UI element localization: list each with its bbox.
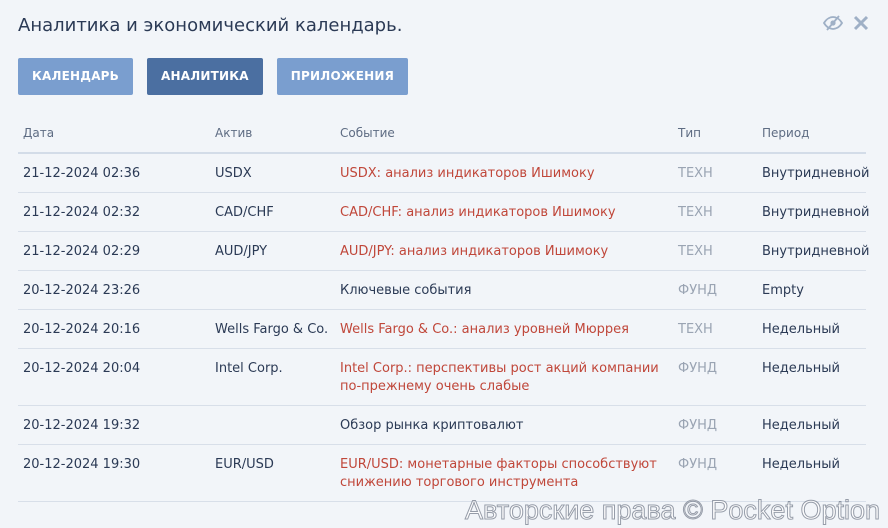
cell-asset: EUR/USD	[215, 457, 274, 472]
tab-analytics[interactable]: АНАЛИТИКА	[147, 58, 263, 95]
cell-period: Недельный	[762, 418, 840, 433]
cell-asset: Wells Fargo & Co.	[215, 322, 329, 337]
close-icon[interactable]	[852, 14, 870, 32]
cell-date: 21-12-2024 02:36	[23, 166, 141, 181]
cell-date: 20-12-2024 19:32	[23, 418, 141, 433]
cell-type: ТЕХН	[678, 322, 713, 337]
cell-period: Внутридневной	[762, 205, 870, 220]
column-header-type[interactable]: Тип	[673, 126, 757, 140]
cell-type: ТЕХН	[678, 166, 713, 181]
cell-date: 20-12-2024 20:04	[23, 361, 141, 376]
cell-event-link[interactable]: USDX: анализ индикаторов Ишимоку	[335, 154, 673, 192]
tab-bar: КАЛЕНДАРЬ АНАЛИТИКА ПРИЛОЖЕНИЯ	[18, 58, 422, 95]
cell-date: 20-12-2024 20:16	[23, 322, 141, 337]
column-header-date[interactable]: Дата	[18, 126, 210, 140]
table-row[interactable]: 21-12-2024 02:32 CAD/CHF CAD/CHF: анализ…	[18, 193, 870, 232]
table-row[interactable]: 21-12-2024 02:36 USDX USDX: анализ индик…	[18, 154, 870, 193]
cell-period: Empty	[762, 283, 804, 298]
cell-event-link[interactable]: CAD/CHF: анализ индикаторов Ишимоку	[335, 193, 673, 231]
cell-asset: CAD/CHF	[215, 205, 274, 220]
column-header-period[interactable]: Период	[757, 126, 866, 140]
cell-event-link[interactable]: Intel Corp.: перспективы рост акций комп…	[335, 349, 673, 405]
eye-slash-icon[interactable]	[822, 14, 844, 32]
page-title: Аналитика и экономический календарь.	[18, 15, 403, 36]
column-header-event[interactable]: Событие	[335, 126, 673, 140]
cell-period: Недельный	[762, 361, 840, 376]
cell-asset: AUD/JPY	[215, 244, 268, 259]
cell-asset: Intel Corp.	[215, 361, 283, 376]
cell-type: ФУНД	[678, 457, 718, 472]
cell-period: Внутридневной	[762, 166, 870, 181]
table-header: Дата Актив Событие Тип Период	[18, 114, 866, 154]
cell-date: 20-12-2024 19:30	[23, 457, 141, 472]
table-row[interactable]: 20-12-2024 20:04 Intel Corp. Intel Corp.…	[18, 349, 866, 406]
cell-event-link[interactable]: EUR/USD: монетарные факторы способствуют…	[335, 445, 673, 501]
table-row[interactable]: 20-12-2024 19:30 EUR/USD EUR/USD: монета…	[18, 445, 866, 502]
cell-event[interactable]: Ключевые события	[335, 271, 673, 309]
table-row[interactable]: 20-12-2024 20:16 Wells Fargo & Co. Wells…	[18, 310, 866, 349]
tab-calendar[interactable]: КАЛЕНДАРЬ	[18, 58, 134, 95]
cell-period: Недельный	[762, 457, 840, 472]
analytics-table: Дата Актив Событие Тип Период 21-12-2024…	[18, 114, 870, 502]
header-actions	[822, 14, 870, 32]
cell-event-link[interactable]: Wells Fargo & Co.: анализ уровней Мюррея	[335, 310, 673, 348]
table-row[interactable]: 20-12-2024 23:26 Ключевые события ФУНД E…	[18, 271, 866, 310]
cell-type: ФУНД	[678, 361, 718, 376]
cell-period: Недельный	[762, 322, 840, 337]
cell-asset	[210, 406, 335, 444]
header: Аналитика и экономический календарь.	[18, 14, 874, 42]
table-row[interactable]: 21-12-2024 02:29 AUD/JPY AUD/JPY: анализ…	[18, 232, 870, 271]
cell-type: ФУНД	[678, 283, 718, 298]
cell-type: ФУНД	[678, 418, 718, 433]
cell-event-link[interactable]: AUD/JPY: анализ индикаторов Ишимоку	[335, 232, 673, 270]
cell-date: 20-12-2024 23:26	[23, 283, 141, 298]
cell-type: ТЕХН	[678, 244, 713, 259]
cell-type: ТЕХН	[678, 205, 713, 220]
table-row[interactable]: 20-12-2024 19:32 Обзор рынка криптовалют…	[18, 406, 866, 445]
cell-asset: USDX	[215, 166, 252, 181]
cell-period: Внутридневной	[762, 244, 870, 259]
cell-event[interactable]: Обзор рынка криптовалют	[335, 406, 673, 444]
cell-date: 21-12-2024 02:29	[23, 244, 141, 259]
cell-asset	[210, 271, 335, 309]
column-header-asset[interactable]: Актив	[210, 126, 335, 140]
cell-date: 21-12-2024 02:32	[23, 205, 141, 220]
tab-applications[interactable]: ПРИЛОЖЕНИЯ	[276, 58, 409, 95]
